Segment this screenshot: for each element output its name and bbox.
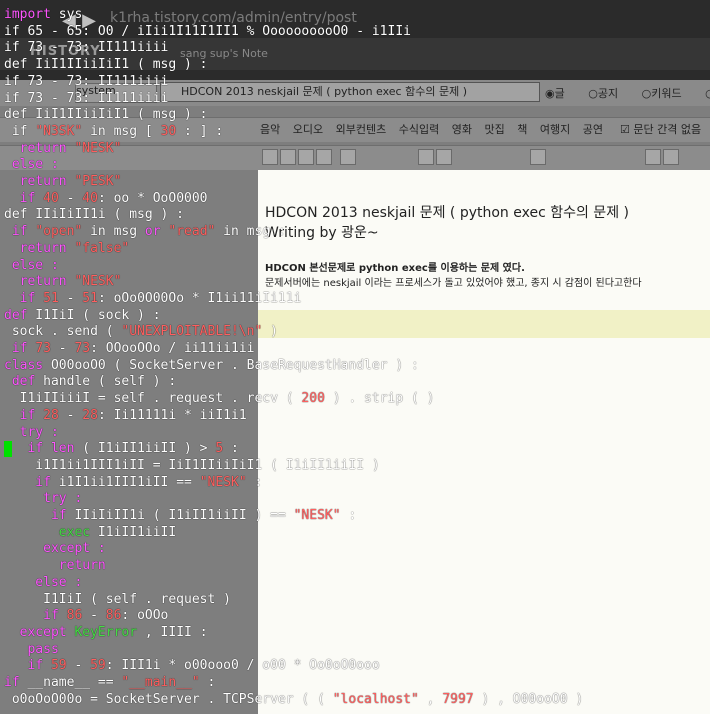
toolbar-movie[interactable]: 영화: [452, 123, 472, 136]
doc-subheading: Writing by 광운~: [265, 225, 379, 241]
doc-body-line: 문제서버에는 neskjail 이라는 프로세스가 돌고 있었어야 했고, 종지…: [265, 278, 642, 289]
terminal-cursor: [4, 441, 12, 457]
align-center-icon[interactable]: [280, 149, 296, 165]
toolbar-audio[interactable]: 오디오: [293, 123, 323, 136]
post-type-radios[interactable]: ◉글 ○공지 ○키워드 ○서식: [545, 85, 710, 101]
insert-toolbar-items: 음악 오디오 외부컨텐츠 수식입력 영화 맛집 책 여행지 공연: [260, 121, 612, 137]
doc-heading: HDCON 2013 neskjail 문제 ( python exec 함수의…: [265, 205, 629, 221]
doc-bold-line: HDCON 본선문제로 python exec를 이용하는 문제 였다.: [265, 263, 525, 274]
align-left-icon[interactable]: [262, 149, 278, 165]
radio-notice[interactable]: ○공지: [588, 87, 628, 100]
blog-subtitle: sang sup's Note: [180, 47, 268, 60]
blog-header: [0, 38, 710, 70]
toolbar-book[interactable]: 책: [517, 123, 527, 136]
radio-post[interactable]: ◉글: [545, 87, 575, 100]
toolbar-music[interactable]: 음악: [260, 123, 280, 136]
link-icon[interactable]: [436, 149, 452, 165]
redo-icon[interactable]: [663, 149, 679, 165]
toolbar-show[interactable]: 공연: [583, 123, 603, 136]
selected-paragraph: [258, 310, 710, 338]
paragraph-spacing-checkbox[interactable]: ☑ 문단 간격 없음: [620, 121, 701, 137]
toolbar-external[interactable]: 외부컨텐츠: [336, 123, 387, 136]
emoticon-icon[interactable]: [418, 149, 434, 165]
url-bar[interactable]: k1rha.tistory.com/admin/entry/post: [110, 10, 430, 30]
toolbar-travel[interactable]: 여행지: [540, 123, 570, 136]
browser-window: ◀ ▶ k1rha.tistory.com/admin/entry/post H…: [0, 0, 710, 714]
table-icon[interactable]: [530, 149, 546, 165]
undo-icon[interactable]: [645, 149, 661, 165]
radio-keyword[interactable]: ○키워드: [642, 87, 692, 100]
blog-title: HISTORY: [30, 44, 101, 59]
toolbar-food[interactable]: 맛집: [484, 123, 504, 136]
editor-document[interactable]: [258, 170, 710, 714]
post-title-input[interactable]: HDCON 2013 neskjail 문제 ( python exec 함수의…: [160, 82, 540, 102]
toolbar-formula[interactable]: 수식입력: [399, 123, 439, 136]
align-justify-icon[interactable]: [316, 149, 332, 165]
browser-logo-icon: ◀ ▶: [62, 10, 96, 31]
list-icon[interactable]: [340, 149, 356, 165]
category-select[interactable]: system: [75, 83, 157, 103]
radio-template[interactable]: ○서식: [705, 87, 710, 100]
align-right-icon[interactable]: [298, 149, 314, 165]
